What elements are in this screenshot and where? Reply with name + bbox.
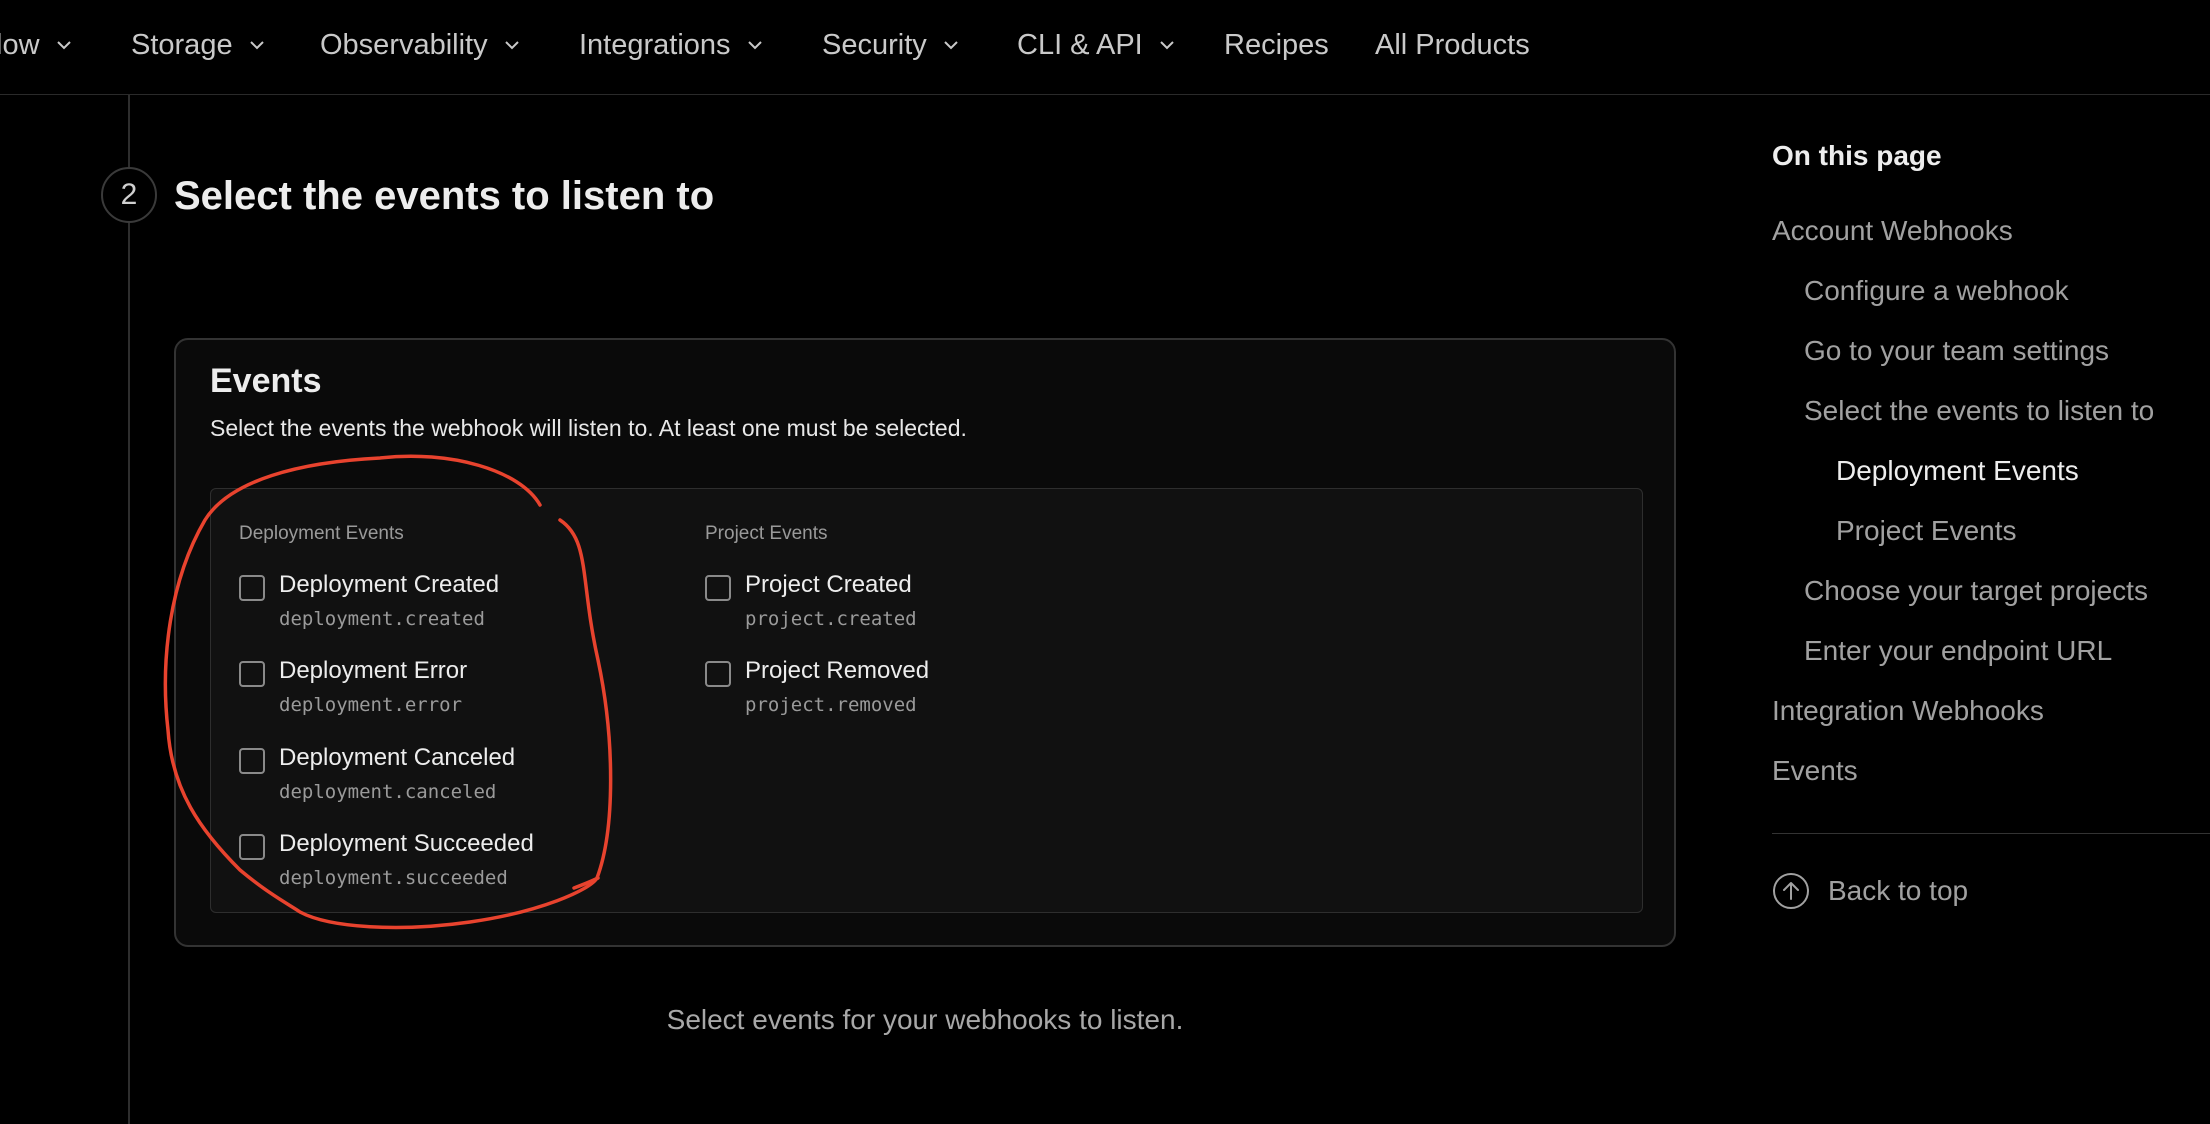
chevron-down-icon [943, 37, 959, 53]
toc-heading: On this page [1772, 140, 1942, 171]
nav-item-label: Recipes [1224, 28, 1329, 61]
chevron-down-icon [747, 37, 763, 53]
toc-item-select-events[interactable]: Select the events to listen to [1804, 395, 2154, 427]
events-card-description: Select the events the webhook will liste… [210, 415, 967, 441]
nav-item-integrations[interactable]: Integrations [579, 0, 763, 90]
nav-item-storage[interactable]: Storage [131, 0, 265, 90]
nav-item-cli-api[interactable]: CLI & API [1017, 0, 1175, 90]
nav-item-workflow[interactable]: low [0, 0, 72, 90]
toc-item-configure-a-webhook[interactable]: Configure a webhook [1804, 275, 2069, 307]
toc-item-go-to-team-settings[interactable]: Go to your team settings [1804, 335, 2109, 367]
toc-item-enter-endpoint-url[interactable]: Enter your endpoint URL [1804, 635, 2112, 667]
back-to-top-link[interactable]: Back to top [1772, 872, 1968, 910]
nav-item-label: Observability [320, 28, 488, 61]
event-checkbox[interactable] [239, 661, 265, 687]
nav-item-label: All Products [1375, 28, 1530, 61]
event-checkbox[interactable] [239, 834, 265, 860]
arrow-up-circle-icon [1772, 872, 1810, 910]
top-navigation: low Storage Observability Integrations S… [0, 0, 2210, 95]
nav-item-all-products[interactable]: All Products [1375, 0, 1530, 90]
toc-item-choose-target-projects[interactable]: Choose your target projects [1804, 575, 2148, 607]
nav-item-label: Storage [131, 28, 233, 61]
toc-item-account-webhooks[interactable]: Account Webhooks [1772, 215, 2013, 247]
step-title: Select the events to listen to [174, 174, 715, 218]
event-code: deployment.error [279, 694, 463, 716]
toc-item-events[interactable]: Events [1772, 755, 1858, 787]
event-checkbox[interactable] [239, 575, 265, 601]
toc-divider [1772, 833, 2210, 834]
nav-item-recipes[interactable]: Recipes [1224, 0, 1329, 90]
nav-item-label: Security [822, 28, 927, 61]
event-label[interactable]: Deployment Succeeded [279, 830, 534, 858]
event-checkbox[interactable] [239, 748, 265, 774]
event-code: deployment.created [279, 608, 485, 630]
event-label[interactable]: Project Created [745, 571, 912, 599]
event-label[interactable]: Project Removed [745, 657, 929, 685]
event-label[interactable]: Deployment Created [279, 571, 499, 599]
chevron-down-icon [56, 37, 72, 53]
toc-item-integration-webhooks[interactable]: Integration Webhooks [1772, 695, 2044, 727]
chevron-down-icon [249, 37, 265, 53]
nav-item-label: CLI & API [1017, 28, 1143, 61]
chevron-down-icon [504, 37, 520, 53]
back-to-top-label: Back to top [1828, 875, 1969, 906]
event-checkbox[interactable] [705, 575, 731, 601]
toc-item-deployment-events[interactable]: Deployment Events [1836, 455, 2079, 487]
toc-item-project-events[interactable]: Project Events [1836, 515, 2017, 547]
event-code: project.removed [745, 694, 917, 716]
nav-item-label: low [0, 28, 40, 61]
events-card-title: Events [210, 362, 322, 400]
nav-item-observability[interactable]: Observability [320, 0, 520, 90]
event-checkbox[interactable] [705, 661, 731, 687]
event-code: project.created [745, 608, 917, 630]
group-title-deployment-events: Deployment Events [239, 523, 404, 544]
nav-item-label: Integrations [579, 28, 731, 61]
events-card: Events Select the events the webhook wil… [174, 338, 1676, 947]
chevron-down-icon [1159, 37, 1175, 53]
event-code: deployment.succeeded [279, 867, 508, 889]
nav-item-security[interactable]: Security [822, 0, 959, 90]
events-selector: Deployment Events Deployment Created dep… [210, 488, 1643, 913]
steps-timeline [128, 95, 130, 1124]
group-title-project-events: Project Events [705, 523, 828, 544]
event-label[interactable]: Deployment Error [279, 657, 467, 685]
event-code: deployment.canceled [279, 781, 497, 803]
step-number-badge: 2 [101, 167, 157, 223]
image-caption: Select events for your webhooks to liste… [666, 1004, 1184, 1035]
event-label[interactable]: Deployment Canceled [279, 744, 515, 772]
